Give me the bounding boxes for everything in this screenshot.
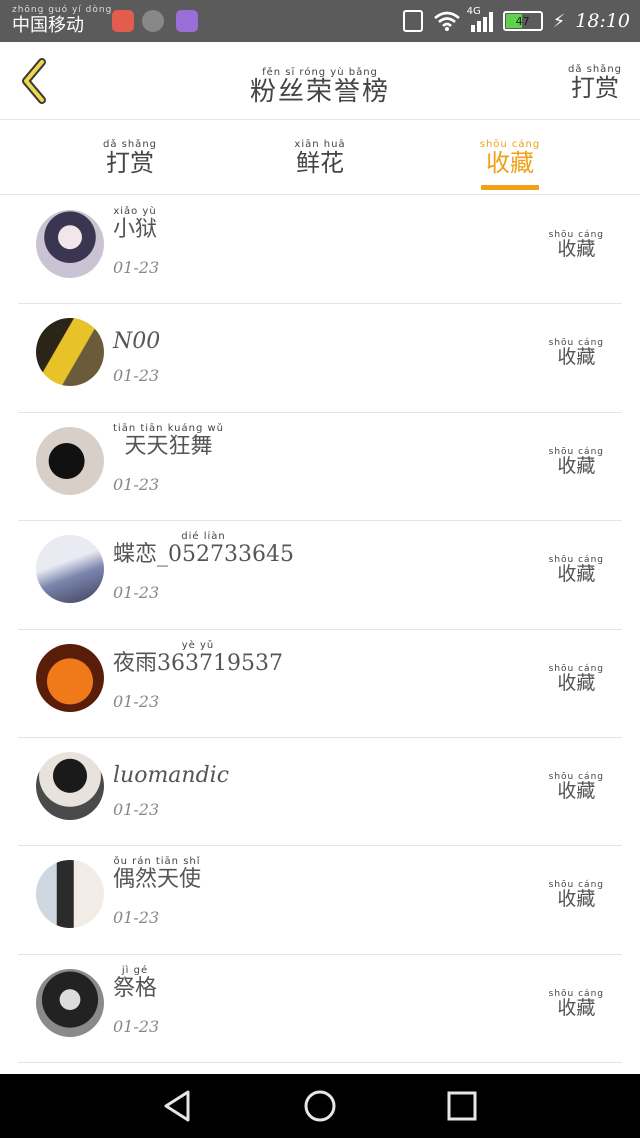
tab-flowers[interactable]: xiān huā 鲜花 [270,139,370,176]
user-name-text: 天天狂舞 [124,433,213,459]
user-name-text: 夜雨363719537 [113,650,283,676]
favorite-label-text: 收藏 [557,346,596,369]
favorite-label-text: 收藏 [557,238,596,260]
date-label: 01-23 [113,799,160,819]
system-nav-bar [0,1074,640,1138]
favorite-label: shōu cáng 收藏 [549,989,604,1019]
list-item[interactable]: N00 01-23 shōu cáng 收藏 [0,304,640,414]
user-name-text: 蝶恋_052733645 [113,542,294,568]
favorite-label: shōu cáng 收藏 [549,772,604,802]
date-label: 01-23 [113,366,160,386]
favorite-label: shōu cáng 收藏 [549,338,604,368]
user-name-text: 祭格 [113,975,158,1001]
home-icon[interactable] [302,1088,338,1124]
date-label: 01-23 [113,258,160,277]
list-item[interactable]: luomandic 01-23 shōu cáng 收藏 [0,738,640,847]
vibrate-icon [402,10,423,32]
active-tab-indicator [481,185,539,190]
list-item[interactable]: ǒu rán tiān shǐ 偶然天使 01-23 shōu cáng 收藏 [0,846,640,956]
tab-label: 鲜花 [296,149,344,177]
recent-apps-icon[interactable] [444,1088,480,1124]
user-name-text: 小狱 [113,217,158,242]
date-label: 01-23 [113,1016,160,1036]
user-name-text: N00 [113,329,161,355]
battery-level: 47 [515,14,530,28]
date-label: 01-23 [113,691,160,711]
user-name: tiān tiān kuáng wǔ 天天狂舞 [113,423,224,458]
battery-icon: 47 [502,11,543,31]
list-item[interactable]: tiān tiān kuáng wǔ 天天狂舞 01-23 shōu cáng … [0,413,640,522]
date-label: 01-23 [113,583,160,603]
favorite-label-text: 收藏 [557,671,596,694]
user-name-pinyin: yè yǔ [181,639,215,651]
list-item[interactable]: yè yǔ 夜雨363719537 01-23 shōu cáng 收藏 [0,630,640,739]
avatar[interactable] [36,643,104,712]
user-name: jì gé 祭格 [113,965,157,1000]
tab-favorites[interactable]: shōu cáng 收藏 [460,139,560,176]
avatar[interactable] [36,210,104,278]
tab-label: 打赏 [106,149,154,177]
avatar[interactable] [36,535,104,604]
charging-icon: ⚡ [552,10,566,32]
network-type: 4G [466,6,481,17]
avatar[interactable] [36,751,104,820]
favorite-label: shōu cáng 收藏 [549,555,604,585]
fan-honor-board-screen: zhōng guó yí dòng 中国移动 4G 47 ⚡ 18:10 fěn… [0,0,640,1138]
tab-bar: dǎ shǎng 打赏 xiān huā 鲜花 shōu cáng 收藏 [0,121,640,195]
list-item[interactable]: jì gé 祭格 01-23 shōu cáng 收藏 [0,955,640,1064]
avatar[interactable] [36,968,104,1037]
app-header: fěn sī róng yù bǎng 粉丝荣誉榜 dǎ shǎng 打赏 [0,42,640,120]
user-name: yè yǔ 夜雨363719537 [113,640,283,675]
avatar[interactable] [36,318,104,387]
favorite-label-text: 收藏 [557,563,596,586]
favorite-label-text: 收藏 [557,779,596,802]
favorite-label: shōu cáng 收藏 [549,447,604,477]
user-name: luomandic [113,764,229,787]
avatar[interactable] [36,426,104,495]
carrier: zhōng guó yí dòng 中国移动 [12,6,112,37]
notification-app-icon [112,10,134,32]
user-name-pinyin: jì gé [121,964,149,976]
list-item[interactable]: xiǎo yù 小狱 01-23 shōu cáng 收藏 [0,196,640,305]
favorite-label-text: 收藏 [557,454,596,477]
tab-reward[interactable]: dǎ shǎng 打赏 [80,139,180,176]
status-bar: zhōng guó yí dòng 中国移动 4G 47 ⚡ 18:10 [0,0,640,42]
notification-avatar-icon [142,10,164,32]
status-indicators: 4G 47 ⚡ 18:10 [402,6,630,34]
user-name: dié liàn 蝶恋_052733645 [113,531,294,566]
favorite-label: shōu cáng 收藏 [549,880,604,910]
favorite-label: shōu cáng 收藏 [549,664,604,694]
list-item[interactable]: dié liàn 蝶恋_052733645 01-23 shōu cáng 收藏 [0,521,640,630]
notification-gallery-icon [176,10,198,32]
reward-button[interactable]: dǎ shǎng 打赏 [568,64,622,101]
favorite-label-text: 收藏 [557,888,596,911]
reward-button-label: 打赏 [570,74,619,102]
favorite-label-text: 收藏 [557,996,596,1019]
user-name-pinyin: tiān tiān kuáng wǔ [113,422,225,434]
user-name: ǒu rán tiān shǐ 偶然天使 [113,856,201,891]
user-name-text: 偶然天使 [113,867,202,893]
signal-icon: 4G [467,6,493,32]
page-title: fěn sī róng yù bǎng 粉丝荣誉榜 [0,60,640,106]
user-name: xiǎo yù 小狱 [113,206,157,241]
page-title-text: 粉丝荣誉榜 [249,77,390,107]
carrier-name: 中国移动 [12,15,84,36]
carrier-pinyin: zhōng guó yí dòng [12,5,113,15]
wifi-icon [433,11,460,31]
fan-list: xiǎo yù 小狱 01-23 shōu cáng 收藏 N00 01-23 … [0,196,640,1064]
date-label: 01-23 [113,474,160,494]
back-icon[interactable] [160,1088,196,1124]
avatar[interactable] [36,860,104,929]
clock: 18:10 [575,10,630,32]
user-name: N00 [113,330,160,353]
user-name-text: luomandic [113,762,230,788]
date-label: 01-23 [113,908,160,928]
favorite-label: shōu cáng 收藏 [549,230,604,260]
tab-label: 收藏 [486,149,534,177]
